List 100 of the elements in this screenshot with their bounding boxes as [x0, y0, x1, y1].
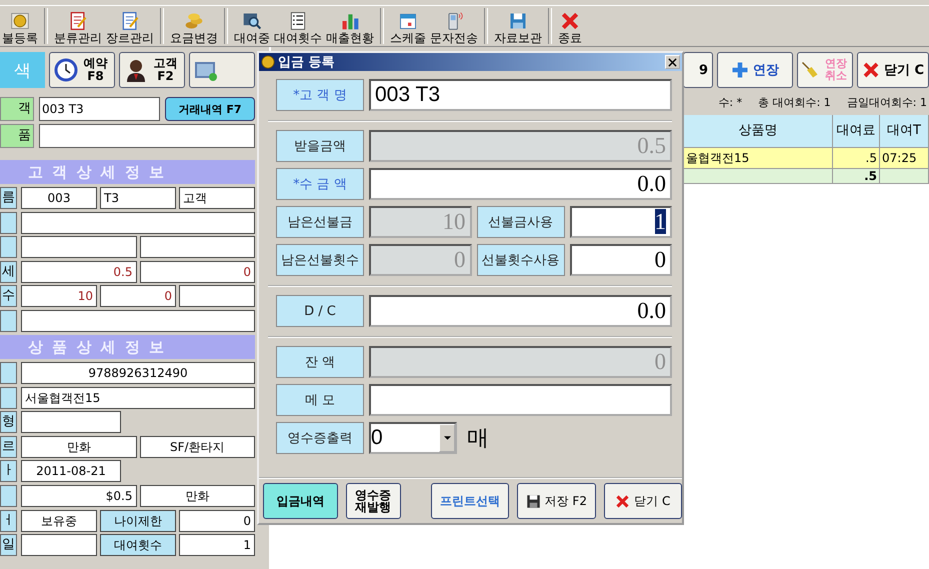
magnifier-icon: [242, 11, 262, 31]
input-field[interactable]: [39, 124, 255, 148]
notepad-icon: [68, 11, 88, 31]
toolbar-button[interactable]: 닫기 C: [857, 52, 929, 88]
field-label: *고 객 명: [276, 79, 364, 111]
field-label: [0, 310, 17, 332]
table-cell: .5: [833, 148, 880, 169]
toolbar-button[interactable]: 불등록: [0, 6, 40, 46]
unit-label: 매: [467, 425, 489, 453]
coins-icon: [184, 11, 204, 31]
field-label: ㅓ: [0, 510, 17, 532]
field-label: 형: [0, 411, 17, 434]
field-label: 수: [0, 285, 17, 308]
toolbar-button[interactable]: 종료: [556, 6, 584, 46]
field-label: 남은선불금: [276, 206, 364, 238]
input-field[interactable]: [369, 384, 672, 416]
field: 9788926312490: [21, 362, 255, 384]
toolbar-button[interactable]: 연장: [717, 52, 793, 88]
toolbar-button[interactable]: 대여횟수: [272, 6, 324, 46]
floppy-icon: [526, 494, 541, 508]
field-label: 대여횟수: [100, 534, 176, 556]
dialog-button[interactable]: 닫기 C: [604, 483, 682, 519]
field-label: 객: [0, 97, 34, 121]
dialog-button[interactable]: 입금내역: [263, 483, 338, 519]
field: $0.5: [21, 484, 136, 507]
person-icon: [124, 58, 148, 82]
toolbar-button[interactable]: 문자전송: [428, 6, 480, 46]
field-label: [0, 212, 17, 234]
floppy-icon: [508, 11, 528, 31]
toolbar-button[interactable]: 9: [683, 52, 713, 88]
field: 10: [21, 285, 97, 308]
field: 보유중: [21, 510, 97, 532]
field-label: [0, 236, 17, 258]
field-label: 르: [0, 436, 17, 458]
dialog-button[interactable]: 저장 F2: [517, 483, 596, 519]
dropdown[interactable]: 0: [369, 422, 457, 454]
table-cell: [880, 169, 929, 184]
field-label: [0, 386, 17, 409]
field-label: 남은선불횟수: [276, 244, 364, 276]
input-field[interactable]: 003 T3: [369, 79, 672, 111]
column-header: 대여료: [833, 115, 880, 148]
field-label: 메 모: [276, 384, 364, 416]
toolbar-button[interactable]: 예약 F8: [49, 52, 115, 88]
field-label: 품: [0, 124, 34, 148]
status-text: 총 대여회수: 1: [758, 95, 831, 111]
close-icon: [560, 11, 580, 31]
toolbar-button[interactable]: 매출현황: [324, 6, 376, 46]
field-label: 영수증출력: [276, 422, 364, 454]
toolbar-button[interactable]: 장르관리: [104, 6, 156, 46]
list-icon: [288, 11, 308, 31]
window-title: 입금 등록: [278, 54, 335, 71]
field-label: 선불횟수사용: [476, 244, 564, 276]
caret-icon: [444, 436, 450, 440]
field-label: 선불금사용: [476, 206, 564, 238]
field-label: 받을금액: [276, 130, 364, 162]
input-field[interactable]: 0.0: [369, 295, 672, 327]
field: 2011-08-21: [21, 460, 121, 482]
section-header: 상 품 상 세 정 보: [0, 334, 255, 359]
field: 서울협객전15: [21, 386, 255, 409]
input-field[interactable]: 1: [570, 206, 672, 238]
dialog-button[interactable]: 프린트선택: [430, 483, 510, 519]
field: 1: [179, 534, 255, 556]
status-text: 금일대여회수: 1: [846, 95, 927, 111]
field: 0: [140, 260, 255, 283]
input-field[interactable]: 003 T3: [39, 97, 160, 121]
table-cell: 07:25: [880, 148, 929, 169]
close-icon: [615, 494, 630, 508]
history-button[interactable]: 거래내역 F7: [165, 97, 255, 121]
coin-icon: [261, 55, 275, 69]
toolbar-button[interactable]: 스케줄: [388, 6, 428, 46]
field-label: *수 금 액: [276, 168, 364, 200]
section-header: 고 객 상 세 정 보: [0, 160, 255, 184]
field: 만화: [140, 484, 255, 507]
input-field[interactable]: 0.0: [369, 168, 672, 200]
field: T3: [100, 187, 176, 209]
dialog-button[interactable]: 영수증 재발행: [346, 483, 401, 519]
field: 003: [21, 187, 97, 209]
total-cell: .5: [833, 169, 880, 184]
toolbar-button[interactable]: 자료보관: [492, 6, 544, 46]
toolbar-button[interactable]: 고객 F2: [119, 52, 185, 88]
toolbar-button[interactable]: [189, 52, 255, 88]
field-label: 름: [0, 187, 17, 209]
field-label: [0, 362, 17, 384]
input-field[interactable]: 0: [570, 244, 672, 276]
close-icon: [862, 61, 880, 79]
field-label: 잔 액: [276, 346, 364, 378]
status-text: 수: *: [718, 95, 742, 111]
field: 0: [100, 285, 176, 308]
field-label: 나이제한: [100, 510, 176, 532]
close-button[interactable]: [665, 55, 680, 69]
field-label: 세: [0, 260, 17, 283]
notepad-icon: [120, 11, 140, 31]
coin-icon: [10, 11, 30, 31]
toolbar-button[interactable]: 대여중: [232, 6, 272, 46]
column-header: 상품명: [684, 115, 833, 148]
field-label: D / C: [276, 295, 364, 327]
table-cell: 울협객전15: [684, 148, 833, 169]
field: 만화: [21, 436, 136, 458]
toolbar-button[interactable]: 요금변경: [168, 6, 220, 46]
toolbar-button[interactable]: 분류관리: [52, 6, 104, 46]
